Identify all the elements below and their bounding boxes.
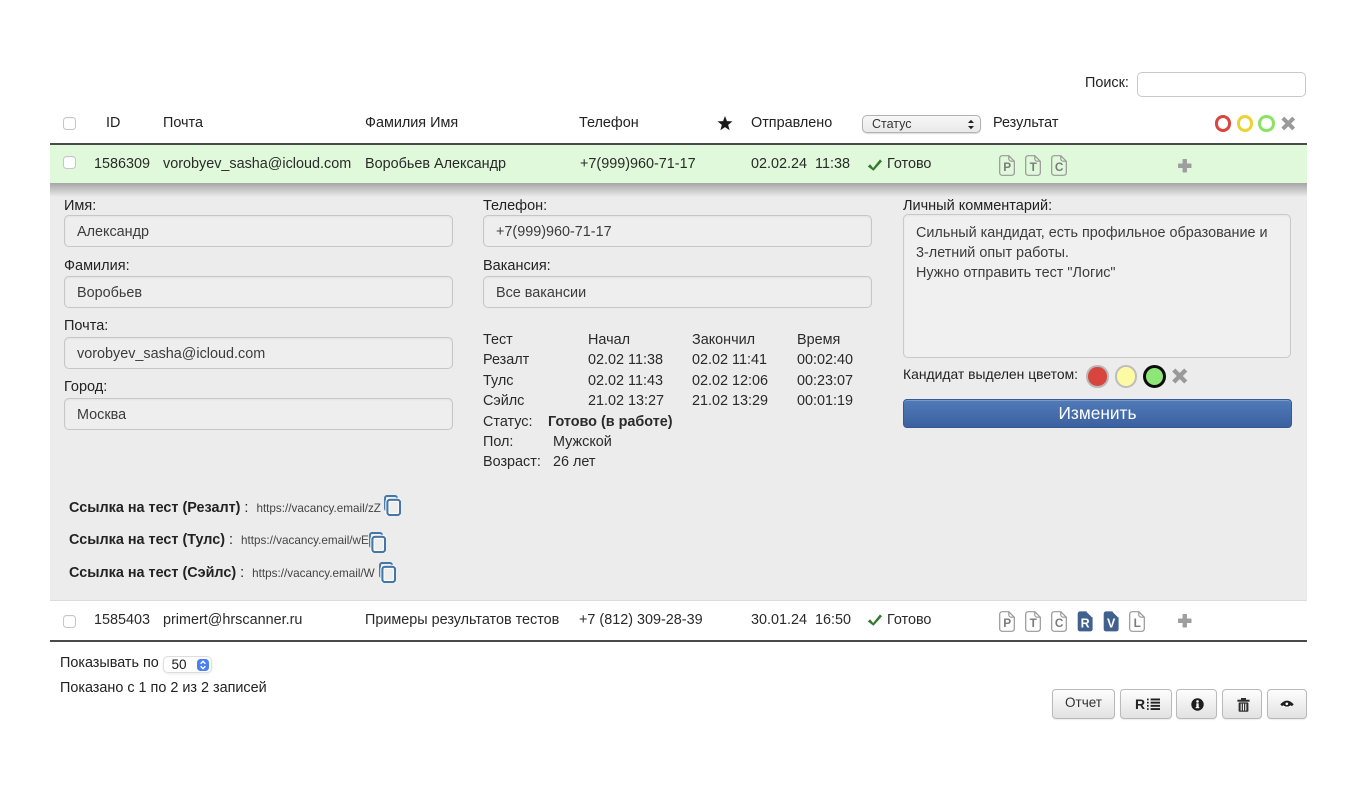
svg-text:C: C bbox=[1055, 160, 1064, 174]
svg-text:T: T bbox=[1030, 616, 1038, 630]
svg-text:P: P bbox=[1003, 160, 1011, 174]
svg-text:V: V bbox=[1107, 617, 1116, 631]
svg-text:P: P bbox=[1003, 616, 1011, 630]
svg-text:C: C bbox=[1055, 616, 1064, 630]
svg-text:R: R bbox=[1081, 617, 1090, 631]
svg-text:T: T bbox=[1030, 160, 1038, 174]
svg-text:L: L bbox=[1134, 616, 1141, 630]
